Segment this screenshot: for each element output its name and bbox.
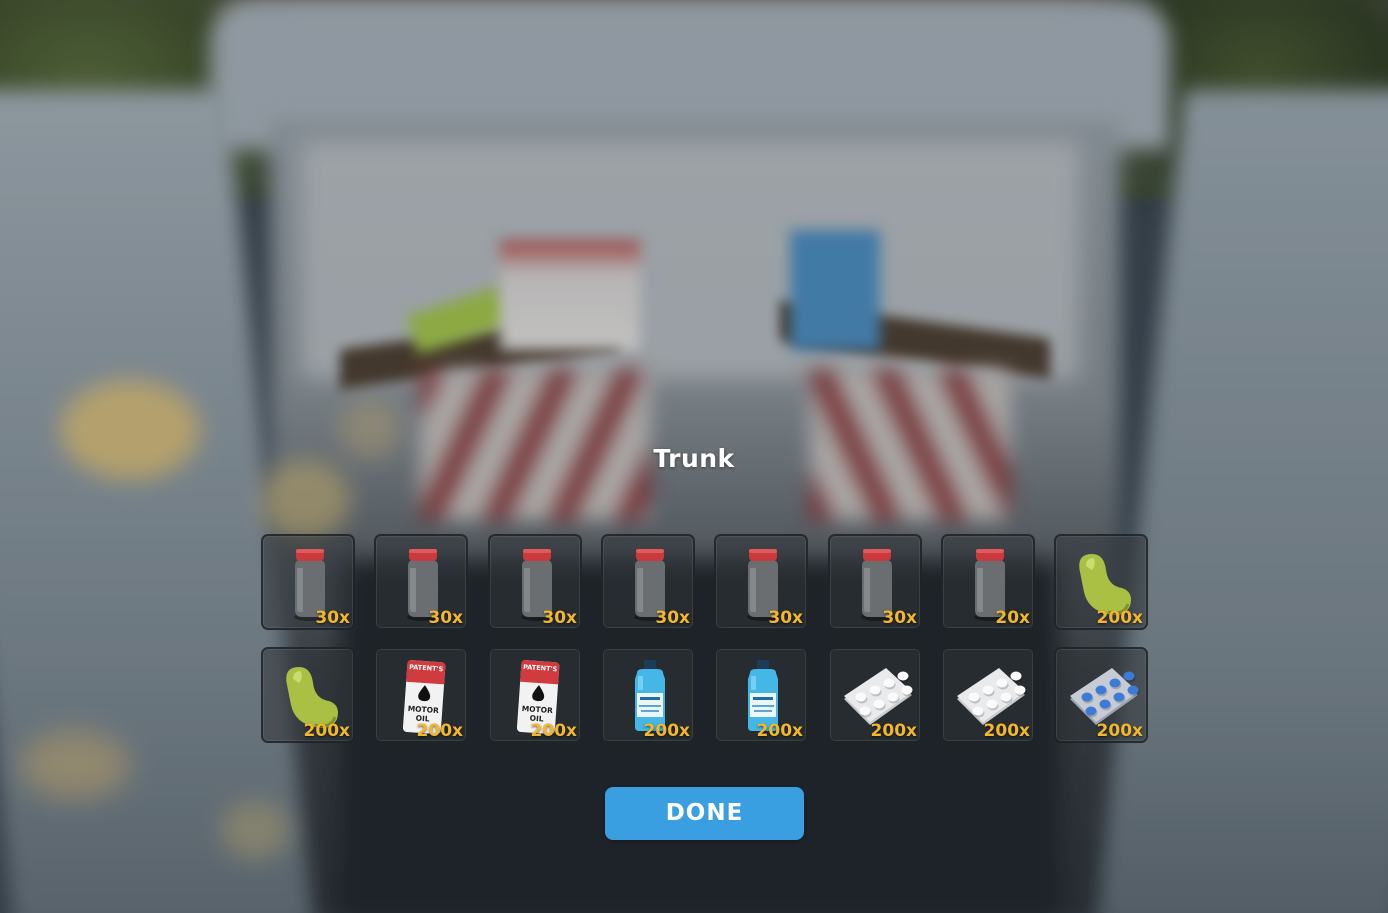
item-quantity: 30x [655, 608, 690, 628]
item-quantity: 30x [768, 608, 803, 628]
inventory-slot[interactable]: 200x [601, 647, 695, 743]
item-quantity: 200x [1096, 721, 1143, 741]
inventory-slot[interactable]: 30x [374, 534, 468, 630]
inventory-slot[interactable]: 30x [488, 534, 582, 630]
inventory-slot[interactable]: 30x [828, 534, 922, 630]
inventory-slot[interactable]: PATENT'S MOTOR OIL 200x [374, 647, 468, 743]
inventory-slot[interactable]: 200x [828, 647, 922, 743]
item-quantity: 30x [428, 608, 463, 628]
item-quantity: 30x [315, 608, 350, 628]
item-quantity: 200x [303, 721, 350, 741]
item-quantity: 30x [542, 608, 577, 628]
inventory-slot[interactable]: 200x [941, 647, 1035, 743]
inventory-slot[interactable]: 200x [261, 647, 355, 743]
item-quantity: 200x [870, 721, 917, 741]
inventory-grid: 30x 30x 30x 30x 30x 30x 20x 200x 200x PA… [0, 0, 1388, 913]
inventory-slot[interactable]: 200x [714, 647, 808, 743]
item-quantity: 200x [416, 721, 463, 741]
done-button[interactable]: DONE [605, 787, 804, 840]
inventory-slot[interactable]: 30x [261, 534, 355, 630]
item-quantity: 200x [983, 721, 1030, 741]
item-quantity: 20x [995, 608, 1030, 628]
item-quantity: 200x [643, 721, 690, 741]
inventory-slot[interactable]: PATENT'S MOTOR OIL 200x [488, 647, 582, 743]
item-quantity: 200x [756, 721, 803, 741]
item-quantity: 200x [1096, 608, 1143, 628]
inventory-slot[interactable]: 200x [1054, 534, 1148, 630]
inventory-slot[interactable]: 30x [601, 534, 695, 630]
inventory-slot[interactable]: 20x [941, 534, 1035, 630]
item-quantity: 30x [882, 608, 917, 628]
item-quantity: 200x [530, 721, 577, 741]
inventory-slot[interactable]: 200x [1054, 647, 1148, 743]
inventory-slot[interactable]: 30x [714, 534, 808, 630]
